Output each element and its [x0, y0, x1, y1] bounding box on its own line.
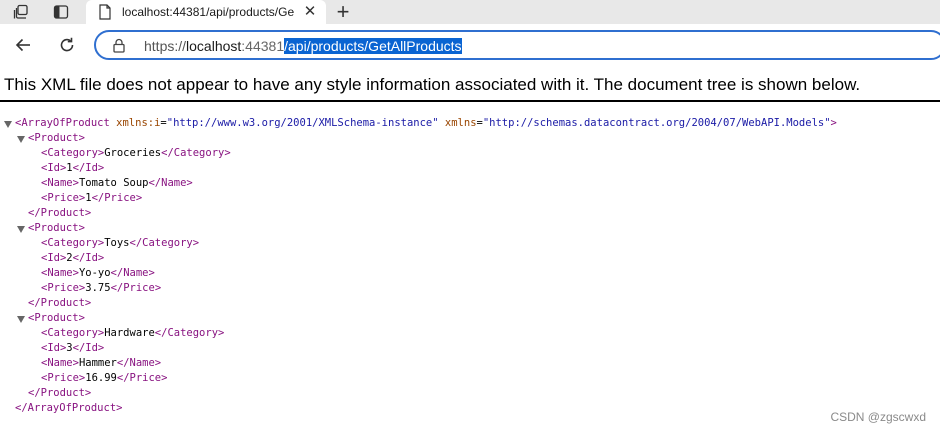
- collapse-triangle-icon[interactable]: [17, 136, 25, 143]
- xml-id: <Id>3</Id>: [41, 342, 105, 354]
- xml-price: <Price>3.75</Price>: [41, 282, 162, 294]
- xml-style-notice: This XML file does not appear to have an…: [4, 75, 861, 94]
- workspaces-icon[interactable]: [12, 3, 30, 21]
- url-port: :44381: [241, 38, 285, 54]
- xml-attr-name: xmlns: [444, 117, 477, 129]
- url-text[interactable]: https://localhost:44381/api/products/Get…: [144, 37, 462, 55]
- xml-product-close: </Product>: [28, 387, 92, 399]
- xml-name: <Name>Tomato Soup</Name>: [41, 177, 193, 189]
- refresh-icon: [60, 37, 74, 52]
- address-bar[interactable]: https://localhost:44381/api/products/Get…: [94, 30, 940, 60]
- collapse-triangle-icon[interactable]: [17, 226, 25, 233]
- xml-category: <Category>Groceries</Category>: [41, 147, 231, 159]
- xml-product-open: <Product>: [28, 312, 85, 324]
- address-toolbar: https://localhost:44381/api/products/Get…: [0, 24, 940, 68]
- xml-root-open: <ArrayOfProduct xmlns:i="http://www.w3.o…: [15, 117, 837, 129]
- xml-price: <Price>1</Price>: [41, 192, 143, 204]
- xml-price: <Price>16.99</Price>: [41, 372, 168, 384]
- xml-id: <Id>2</Id>: [41, 252, 105, 264]
- refresh-button[interactable]: [56, 34, 78, 56]
- lock-icon[interactable]: [112, 38, 126, 53]
- xml-category: <Category>Toys</Category>: [41, 237, 200, 249]
- collapse-triangle-icon[interactable]: [4, 121, 12, 128]
- notice-divider: [0, 100, 940, 102]
- xml-attr-value: "http://www.w3.org/2001/XMLSchema-instan…: [166, 117, 439, 129]
- tab-strip: localhost:44381/api/products/Ge ✕ +: [0, 0, 940, 24]
- watermark: CSDN @zgscwxd: [830, 410, 926, 424]
- back-button[interactable]: [12, 34, 34, 56]
- collapse-triangle-icon[interactable]: [17, 316, 25, 323]
- xml-attr-value: "http://schemas.datacontract.org/2004/07…: [482, 117, 831, 129]
- page-icon: [98, 4, 112, 20]
- active-tab[interactable]: localhost:44381/api/products/Ge ✕: [86, 0, 326, 24]
- tab-actions-icon[interactable]: [52, 3, 70, 21]
- url-scheme: https://: [144, 38, 187, 54]
- url-host: localhost: [186, 38, 242, 54]
- xml-id: <Id>1</Id>: [41, 162, 105, 174]
- xml-product-close: </Product>: [28, 207, 92, 219]
- tab-close-icon[interactable]: ✕: [302, 4, 318, 20]
- xml-name: <Name>Yo-yo</Name>: [41, 267, 155, 279]
- back-arrow-icon: [15, 38, 30, 52]
- xml-category: <Category>Hardware</Category>: [41, 327, 225, 339]
- tab-title: localhost:44381/api/products/Ge: [122, 5, 295, 19]
- xml-product-open: <Product>: [28, 222, 85, 234]
- xml-product-open: <Product>: [28, 132, 85, 144]
- xml-attr-name: xmlns:i: [116, 117, 161, 129]
- url-path-selected: /api/products/GetAllProducts: [284, 38, 462, 54]
- xml-root-close: </ArrayOfProduct>: [15, 402, 123, 414]
- new-tab-button[interactable]: +: [332, 1, 354, 23]
- xml-name: <Name>Hammer</Name>: [41, 357, 162, 369]
- xml-product-close: </Product>: [28, 297, 92, 309]
